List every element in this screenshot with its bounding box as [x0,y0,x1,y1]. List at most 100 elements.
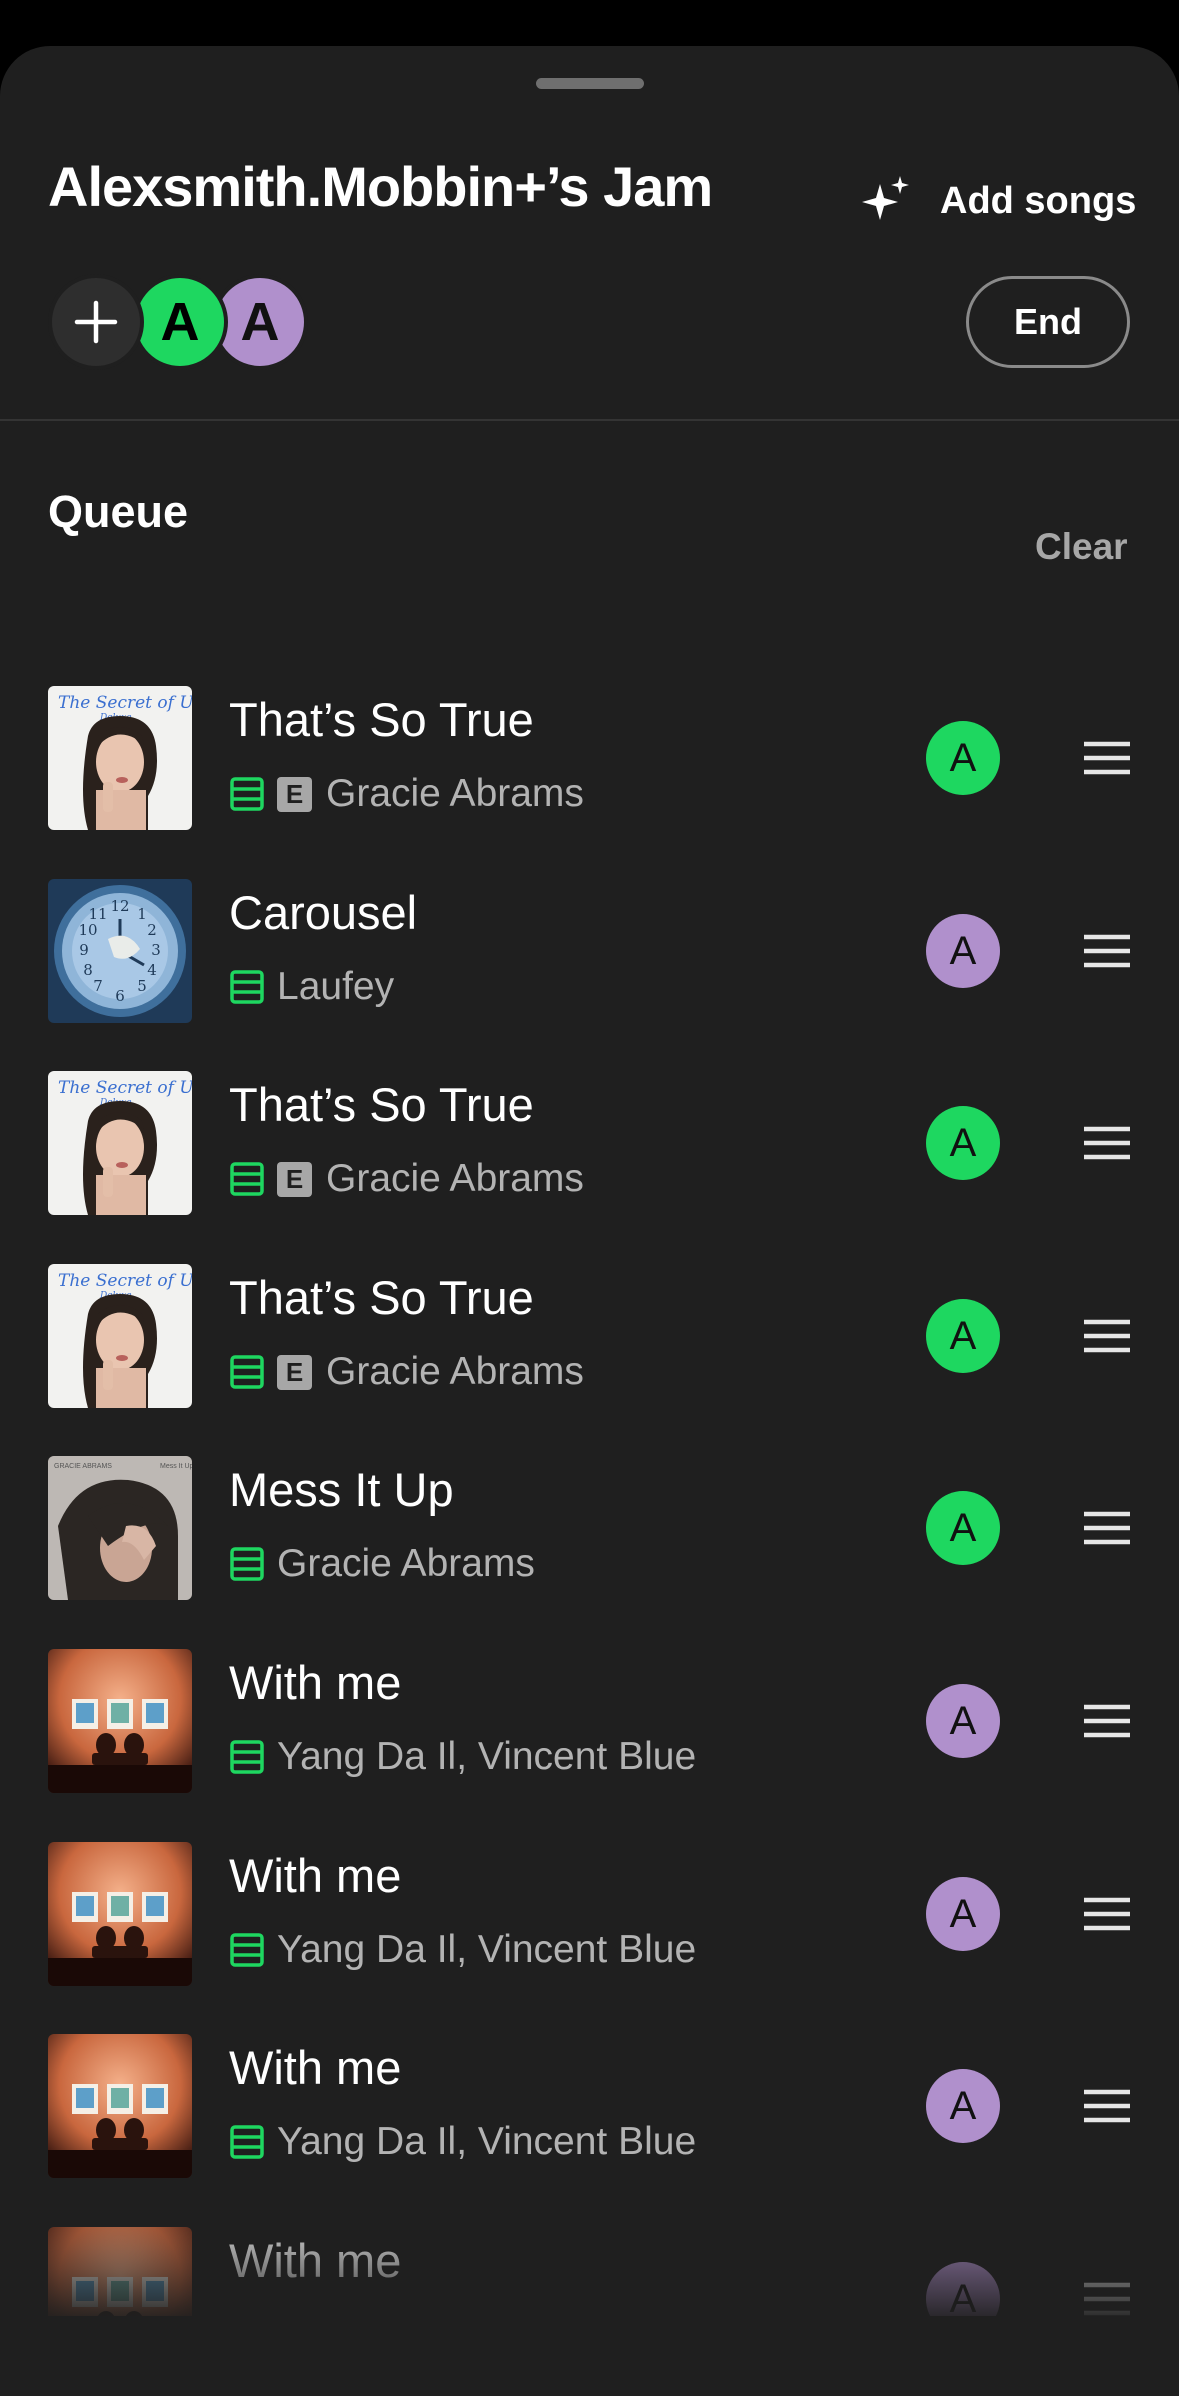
song-title: That’s So True [229,1078,534,1131]
svg-text:11: 11 [88,905,107,923]
song-meta: Yang Da Il, Vincent Blue [229,2120,697,2163]
album-art: The Secret of Us Deluxe [48,1071,192,1215]
queue-row[interactable]: With me Yang Da Il, Vincent Blue A [0,1842,1179,2034]
song-title: That’s So True [229,1271,534,1324]
drag-handle-icon[interactable] [1082,736,1132,780]
explicit-badge: E [277,776,312,812]
plus-icon [74,300,118,344]
song-title: With me [229,1656,402,1709]
queue-row[interactable]: With me Yang Da Il, Vincent Blue A [0,2034,1179,2226]
sheet-drag-handle[interactable] [536,78,644,89]
artist-name: Gracie Abrams [326,772,584,815]
added-by-avatar: A [926,914,1000,988]
queue-row[interactable]: 12 3 6 9 12 45 7 8 10 11 Carousel Laufey A [0,879,1179,1071]
artist-name: Gracie Abrams [326,1350,584,1393]
added-by-avatar: A [926,2262,1000,2316]
downloaded-icon [230,1740,264,1774]
added-by-avatar: A [926,1877,1000,1951]
artist-name: Yang Da Il, Vincent Blue [277,2120,697,2163]
drag-handle-icon[interactable] [1082,1892,1132,1936]
drag-handle-icon[interactable] [1082,1121,1132,1165]
downloaded-icon [230,970,264,1004]
song-title: With me [229,1849,402,1902]
album-art [48,2034,192,2178]
svg-text:Mess It Up: Mess It Up [160,1463,192,1470]
song-meta: Yang Da Il, Vincent Blue [229,1928,697,1971]
svg-text:3: 3 [151,941,161,959]
artist-name: Yang Da Il, Vincent Blue [277,1928,697,1971]
add-songs-label: Add songs [940,179,1137,222]
svg-text:GRACIE ABRAMS: GRACIE ABRAMS [54,1463,112,1470]
svg-text:The Secret of Us: The Secret of Us [58,1078,192,1098]
downloaded-icon [230,777,264,811]
song-meta: Gracie Abrams [229,1542,535,1585]
svg-text:8: 8 [83,961,93,979]
album-art [48,1649,192,1793]
jam-title: Alexsmith.Mobbin+’s Jam [48,155,713,218]
added-by-avatar: A [926,1491,1000,1565]
svg-text:2: 2 [147,921,157,939]
song-title: Carousel [229,886,418,939]
queue-row[interactable]: The Secret of Us Deluxe That’s So True EG… [0,1071,1179,1263]
downloaded-icon [230,1162,264,1196]
header-divider [0,419,1179,421]
song-title: That’s So True [229,693,534,746]
artist-name: Yang Da Il, Vincent Blue [277,1735,697,1778]
drag-handle-icon[interactable] [1082,2084,1132,2128]
song-title: With me [229,2234,402,2287]
album-art: The Secret of Us Deluxe [48,686,192,830]
add-songs-button[interactable]: Add songs [860,166,1136,236]
album-art: 12 3 6 9 12 45 7 8 10 11 [48,879,192,1023]
explicit-badge: E [277,1161,312,1197]
svg-text:6: 6 [115,987,125,1005]
queue-row[interactable]: GRACIE ABRAMS Mess It Up Mess It Up Graci… [0,1456,1179,1648]
drag-handle-icon[interactable] [1082,929,1132,973]
jam-bottom-sheet: Alexsmith.Mobbin+’s Jam Add songs A A En… [0,46,1179,2396]
drag-handle-icon[interactable] [1082,2277,1132,2316]
song-meta: E Gracie Abrams [229,1157,584,1200]
album-art [48,2227,192,2316]
svg-text:10: 10 [78,921,97,939]
queue-row[interactable]: With me A [0,2227,1179,2316]
svg-text:The Secret of Us: The Secret of Us [58,693,192,713]
explicit-badge: E [277,1354,312,1390]
queue-row[interactable]: The Secret of Us Deluxe That’s So True EG… [0,686,1179,878]
svg-text:12: 12 [110,897,129,915]
added-by-avatar: A [926,1684,1000,1758]
queue-row[interactable]: With me Yang Da Il, Vincent Blue A [0,1649,1179,1841]
album-art: The Secret of Us Deluxe [48,1264,192,1408]
drag-handle-icon[interactable] [1082,1699,1132,1743]
invite-participant-button[interactable] [48,274,144,370]
added-by-avatar: A [926,2069,1000,2143]
downloaded-icon [230,2125,264,2159]
song-meta: Yang Da Il, Vincent Blue [229,1735,697,1778]
svg-text:The Secret of Us: The Secret of Us [58,1271,192,1291]
artist-name: Gracie Abrams [326,1157,584,1200]
drag-handle-icon[interactable] [1082,1314,1132,1358]
drag-handle-icon[interactable] [1082,1506,1132,1550]
added-by-avatar: A [926,1299,1000,1373]
svg-text:4: 4 [147,961,157,979]
end-jam-button[interactable]: End [966,276,1130,368]
clear-queue-button[interactable]: Clear [1035,526,1128,568]
svg-text:1: 1 [137,905,147,923]
downloaded-icon [230,1355,264,1389]
queue-list: The Secret of Us Deluxe That’s So TrueEG… [0,642,1179,2316]
artist-name: Gracie Abrams [277,1542,535,1585]
svg-text:5: 5 [137,977,147,995]
album-art: GRACIE ABRAMS Mess It Up [48,1456,192,1600]
album-art [48,1842,192,1986]
artist-name: Laufey [277,965,395,1008]
song-meta: Laufey [229,965,395,1008]
song-meta: E Gracie Abrams [229,772,584,815]
participant-avatar[interactable]: A [132,274,228,370]
svg-text:9: 9 [79,941,89,959]
participants-row: A A [48,274,348,370]
sparkle-icon [862,176,909,220]
song-title: Mess It Up [229,1463,454,1516]
queue-heading: Queue [48,486,189,537]
downloaded-icon [230,1547,264,1581]
svg-text:7: 7 [93,977,103,995]
queue-row[interactable]: The Secret of Us Deluxe That’s So True EG… [0,1264,1179,1456]
added-by-avatar: A [926,721,1000,795]
